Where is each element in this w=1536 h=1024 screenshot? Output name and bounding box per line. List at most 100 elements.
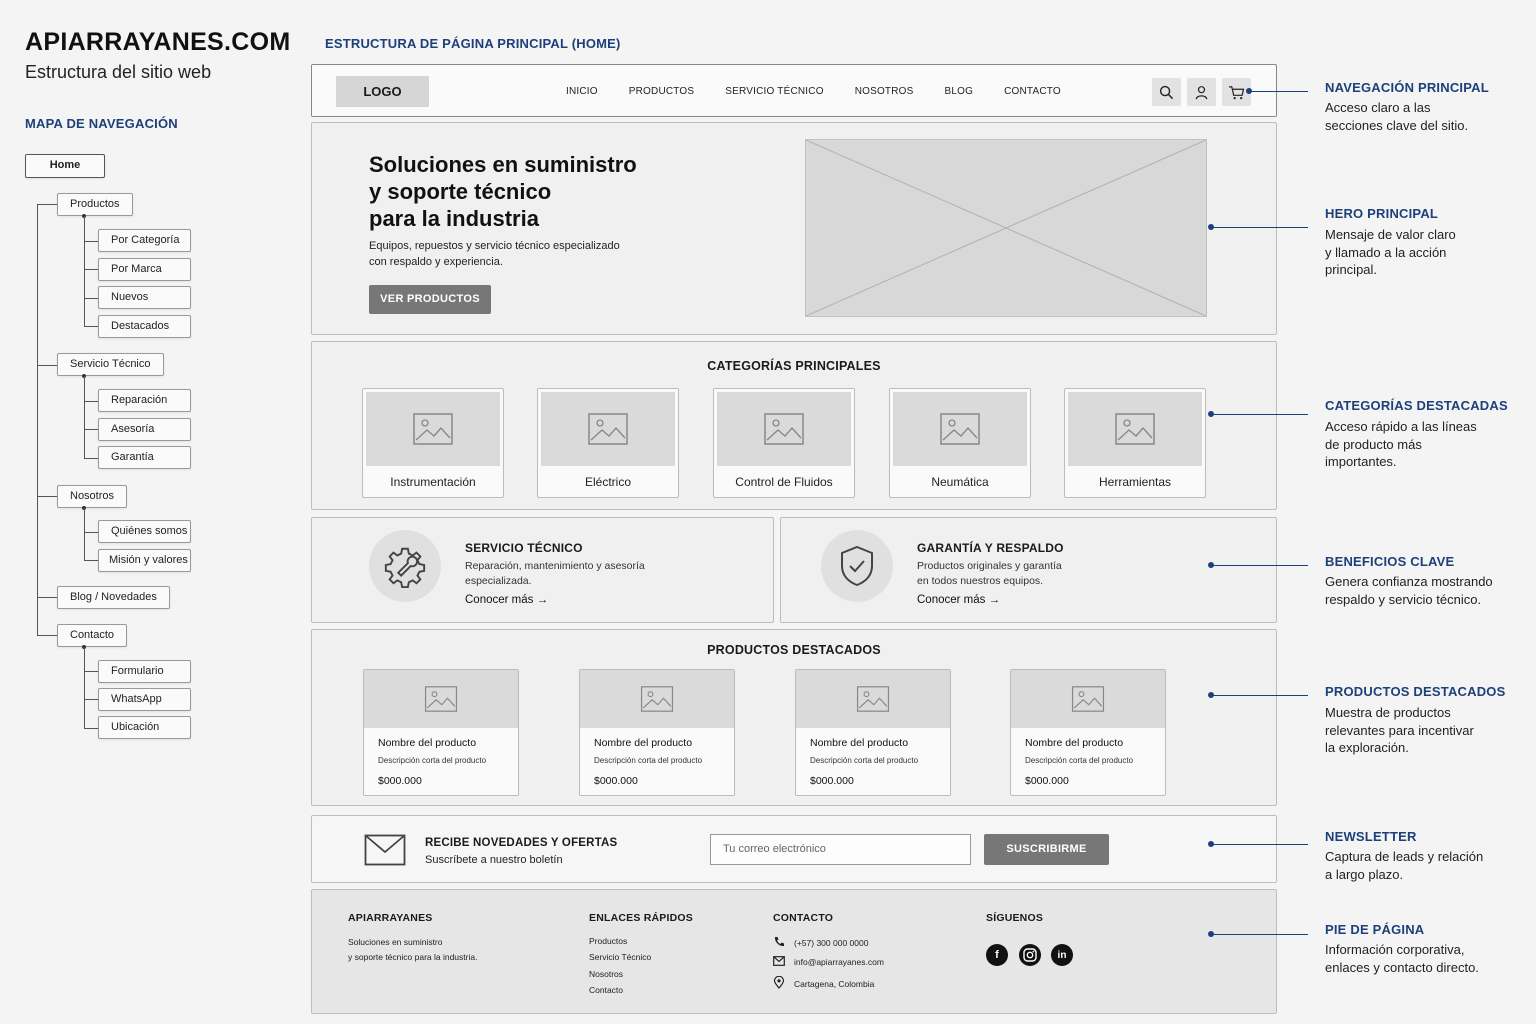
footer-email: info@apiarrayanes.com (773, 956, 884, 968)
tree-connector (84, 269, 98, 270)
tree-connector (84, 216, 85, 326)
newsletter-subtitle: Suscríbete a nuestro boletín (425, 854, 563, 866)
newsletter-title: RECIBE NOVEDADES Y OFERTAS (425, 837, 618, 849)
footer-phone-text: (+57) 300 000 0000 (794, 938, 869, 948)
annotation-title: BENEFICIOS CLAVE (1325, 554, 1455, 569)
footer-link-nosotros[interactable]: Nosotros (589, 966, 651, 982)
sitemap-node-mision-valores[interactable]: Misión y valores (98, 549, 191, 572)
annotation-dot (1208, 841, 1214, 847)
footer-link-productos[interactable]: Productos (589, 933, 651, 949)
category-card[interactable]: Neumática (889, 388, 1031, 498)
subscribe-button[interactable]: SUSCRIBIRME (984, 834, 1109, 865)
tree-connector (37, 365, 57, 366)
benefit-link[interactable]: Conocer más → (465, 594, 548, 606)
search-icon[interactable] (1152, 78, 1181, 106)
annotation-connector (1211, 565, 1308, 566)
nav-link-productos[interactable]: PRODUCTOS (629, 86, 695, 97)
sitemap-node-whatsapp[interactable]: WhatsApp (98, 688, 191, 711)
sitemap-node-quienes-somos[interactable]: Quiénes somos (98, 520, 191, 543)
wf-footer: APIARRAYANES Soluciones en suministro y … (311, 889, 1277, 1014)
product-card[interactable]: Nombre del producto Descripción corta de… (363, 669, 519, 796)
sitemap-node-por-categoria[interactable]: Por Categoría (98, 229, 191, 252)
product-card[interactable]: Nombre del producto Descripción corta de… (1010, 669, 1166, 796)
nav-link-blog[interactable]: BLOG (945, 86, 974, 97)
category-card[interactable]: Control de Fluidos (713, 388, 855, 498)
category-card[interactable]: Herramientas (1064, 388, 1206, 498)
tree-connector (84, 699, 98, 700)
shield-check-icon (821, 530, 893, 602)
tree-connector (37, 496, 57, 497)
site-brand: APIARRAYANES.COM (25, 28, 291, 56)
sitemap-node-servicio-tecnico[interactable]: Servicio Técnico (57, 353, 164, 376)
footer-email-text[interactable]: info@apiarrayanes.com (794, 957, 884, 967)
nav-links: INICIO PRODUCTOS SERVICIO TÉCNICO NOSOTR… (566, 65, 1092, 118)
sitemap-node-contacto[interactable]: Contacto (57, 624, 128, 647)
wf-benefit-service: SERVICIO TÉCNICO Reparación, mantenimien… (311, 517, 774, 623)
annotation-line: la exploración. (1325, 740, 1409, 755)
annotation-line: Acceso rápido a las líneas (1325, 419, 1477, 434)
image-placeholder-icon (1011, 670, 1165, 728)
image-placeholder-icon (796, 670, 950, 728)
hero-title-line: para la industria (369, 206, 539, 231)
annotation-line: de producto más (1325, 436, 1422, 452)
nav-link-contacto[interactable]: CONTACTO (1004, 86, 1061, 97)
facebook-icon[interactable]: f (986, 944, 1008, 966)
sitemap-node-blog[interactable]: Blog / Novedades (57, 586, 170, 609)
wf-benefit-warranty: GARANTÍA Y RESPALDO Productos originales… (780, 517, 1277, 623)
annotation-dot (1208, 411, 1214, 417)
product-price: $000.000 (810, 775, 854, 787)
nav-link-servicio-tecnico[interactable]: SERVICIO TÉCNICO (725, 86, 823, 97)
product-card[interactable]: Nombre del producto Descripción corta de… (579, 669, 735, 796)
benefit-text-line: en todos nuestros equipos. (917, 574, 1044, 587)
sitemap-node-home[interactable]: Home (25, 154, 105, 178)
hero-cta-button[interactable]: VER PRODUCTOS (369, 285, 491, 314)
sitemap-node-ubicacion[interactable]: Ubicación (98, 716, 191, 739)
sitemap-node-por-marca[interactable]: Por Marca (98, 258, 191, 281)
wf-categories: CATEGORÍAS PRINCIPALES Instrumentación E… (311, 341, 1277, 510)
sitemap-node-formulario[interactable]: Formulario (98, 660, 191, 683)
sitemap-node-garantia[interactable]: Garantía (98, 446, 191, 469)
hero-text-line: Equipos, repuestos y servicio técnico es… (369, 240, 620, 252)
tree-connector (37, 597, 57, 598)
category-card[interactable]: Eléctrico (537, 388, 679, 498)
annotation-title: PIE DE PÁGINA (1325, 922, 1425, 937)
user-icon[interactable] (1187, 78, 1216, 106)
sitemap-node-nosotros[interactable]: Nosotros (57, 485, 128, 508)
location-pin-icon (773, 975, 785, 991)
newsletter-email-input[interactable]: Tu correo electrónico (710, 834, 971, 865)
category-label: Eléctrico (584, 475, 631, 489)
instagram-icon[interactable] (1019, 944, 1041, 966)
product-price: $000.000 (594, 775, 638, 787)
product-price: $000.000 (378, 775, 422, 787)
logo[interactable]: LOGO (336, 76, 429, 107)
tree-connector (84, 728, 98, 729)
hero-text-line: con respaldo y experiencia. (369, 255, 503, 268)
sitemap-node-reparacion[interactable]: Reparación (98, 389, 191, 412)
nav-link-inicio[interactable]: INICIO (566, 86, 598, 97)
annotation-connector (1250, 91, 1308, 92)
benefit-text-line: Productos originales y garantía (917, 560, 1062, 572)
linkedin-icon[interactable]: in (1051, 944, 1073, 966)
arrow-right-icon: → (536, 594, 549, 606)
sitemap-node-asesoria[interactable]: Asesoría (98, 418, 191, 441)
sitemap-node-nuevos[interactable]: Nuevos (98, 286, 191, 309)
product-desc: Descripción corta del producto (810, 756, 919, 765)
annotation-dot (1208, 562, 1214, 568)
product-desc: Descripción corta del producto (594, 756, 703, 765)
annotation-connector (1211, 695, 1308, 696)
benefit-text: Productos originales y garantía en todos… (917, 559, 1157, 588)
footer-link-contacto[interactable]: Contacto (589, 982, 651, 998)
tree-connector (84, 671, 98, 672)
annotation-line: y llamado a la acción (1325, 244, 1447, 260)
sitemap-node-productos[interactable]: Productos (57, 193, 133, 216)
nav-link-nosotros[interactable]: NOSOTROS (855, 86, 914, 97)
product-name: Nombre del producto (810, 737, 909, 749)
category-card[interactable]: Instrumentación (362, 388, 504, 498)
footer-link-servicio[interactable]: Servicio Técnico (589, 949, 651, 965)
sitemap-node-destacados[interactable]: Destacados (98, 315, 191, 338)
image-placeholder-icon (717, 392, 851, 466)
benefit-link[interactable]: Conocer más → (917, 594, 1000, 606)
annotation-line: Muestra de productos (1325, 705, 1451, 720)
product-card[interactable]: Nombre del producto Descripción corta de… (795, 669, 951, 796)
annotation-line: secciones clave del sitio. (1325, 117, 1469, 133)
